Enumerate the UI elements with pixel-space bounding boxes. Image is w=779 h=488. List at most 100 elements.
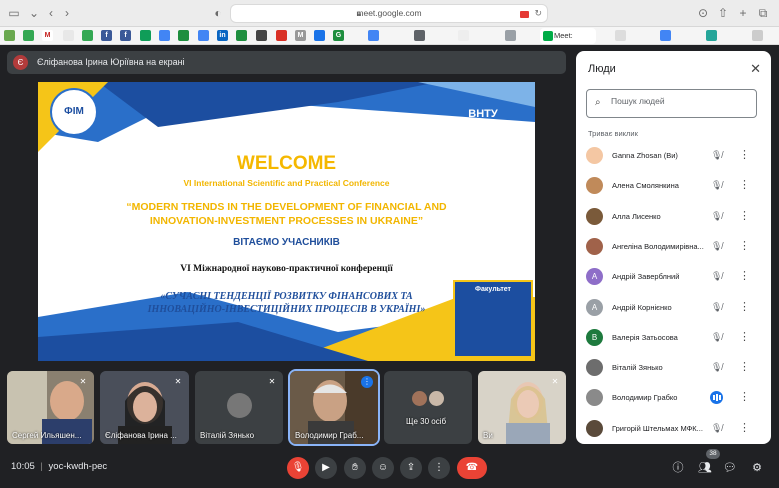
bookmark-icon[interactable] <box>706 30 717 41</box>
search-input[interactable] <box>611 96 751 106</box>
shield-icon[interactable]: ◐ <box>211 6 225 20</box>
mic-off-icon[interactable]: 🎙︎̸ <box>711 150 722 161</box>
participant-row[interactable]: В Валерія Затьосова 🎙︎̸ ⋮ <box>576 323 771 353</box>
url-text: meet.google.com <box>356 8 422 18</box>
linkedin-icon[interactable]: in <box>217 30 228 41</box>
more-options-icon[interactable]: ⋮ <box>739 178 750 191</box>
bookmark-icon[interactable] <box>82 30 93 41</box>
bookmark-icon[interactable] <box>23 30 34 41</box>
more-options-icon[interactable]: ⋮ <box>739 148 750 161</box>
tab-meet[interactable]: Meet: <box>540 28 596 44</box>
info-icon[interactable]: ⓘ <box>669 459 687 477</box>
camera-recording-icon[interactable] <box>520 11 529 18</box>
participant-tile[interactable]: ✕ Ви <box>478 371 566 444</box>
address-bar[interactable]: 🔒︎ meet.google.com ↻ <box>230 4 548 23</box>
participant-row[interactable]: Віталій Зянько 🎙︎̸ ⋮ <box>576 353 771 383</box>
mic-off-icon[interactable]: 🎙︎̸ <box>711 362 722 373</box>
more-options-icon[interactable]: ⋮ <box>739 239 750 252</box>
mic-off-icon[interactable]: 🎙︎̸ <box>711 211 722 222</box>
more-options-icon[interactable]: ⋮ <box>739 421 750 434</box>
bookmark-icon[interactable] <box>276 30 287 41</box>
people-icon[interactable]: 👥︎ <box>696 459 714 477</box>
back-icon[interactable]: ‹ <box>44 6 58 20</box>
chevron-down-icon[interactable]: ⌄ <box>27 6 41 20</box>
mic-off-icon[interactable]: 🎙︎̸ <box>711 180 722 191</box>
participant-row[interactable]: Ангеліна Володимирівна... 🎙︎̸ ⋮ <box>576 232 771 262</box>
participant-name: Андрій Корнієнко <box>612 302 672 312</box>
camera-toggle-button[interactable]: ▶ <box>315 457 337 479</box>
tab-overview-icon[interactable]: ⧉ <box>756 6 770 20</box>
bookmark-icon[interactable] <box>236 30 247 41</box>
bookmark-icon[interactable] <box>505 30 516 41</box>
participant-name: Віталій Зянько <box>200 431 255 440</box>
more-options-icon[interactable]: ⋮ <box>739 300 750 313</box>
participant-tile[interactable]: ✕ Сергей Ильяшен... <box>7 371 94 444</box>
mic-off-icon[interactable]: 🎙︎̸ <box>711 332 722 343</box>
participant-row[interactable]: Алла Лисенко 🎙︎̸ ⋮ <box>576 202 771 232</box>
more-participants-label: Ще 30 осіб <box>406 417 447 426</box>
raise-hand-button[interactable]: ✋︎ <box>344 457 366 479</box>
bookmark-icon[interactable] <box>159 30 170 41</box>
mic-off-icon[interactable]: 🎙︎̸ <box>711 423 722 434</box>
bookmark-icon[interactable] <box>4 30 15 41</box>
meeting-controls-bar: 10:05 | yoc-kwdh-pec 🎙︎ ▶ ✋︎ ☺ ⇪ ⋮ ☎︎ ⓘ … <box>0 450 779 488</box>
more-options-icon[interactable]: ⋮ <box>739 330 750 343</box>
more-options-icon[interactable]: ⋮ <box>739 209 750 222</box>
participant-row[interactable]: А Андрій Корнієнко 🎙︎̸ ⋮ <box>576 293 771 323</box>
more-options-icon[interactable]: ⋮ <box>739 269 750 282</box>
bookmark-icon[interactable] <box>458 30 469 41</box>
leave-call-button[interactable]: ☎︎ <box>457 457 487 479</box>
bookmark-icon[interactable]: f <box>120 30 131 41</box>
mic-off-icon[interactable]: 🎙︎̸ <box>711 271 722 282</box>
present-button[interactable]: ⇪ <box>400 457 422 479</box>
emoji-button[interactable]: ☺ <box>372 457 394 479</box>
mic-off-icon[interactable]: 🎙︎̸ <box>711 302 722 313</box>
forward-icon[interactable]: › <box>60 6 74 20</box>
search-icon: ⌕ <box>595 97 601 108</box>
avatar <box>586 389 603 407</box>
bookmark-icon[interactable] <box>752 30 763 41</box>
participant-row[interactable]: Ganna Zhosan (Ви) 🎙︎̸ ⋮ <box>576 141 771 171</box>
more-participants-tile[interactable]: Ще 30 осіб <box>384 371 472 444</box>
search-box[interactable]: ⌕ <box>586 89 757 118</box>
panel-title: Люди <box>588 63 616 75</box>
participant-tile[interactable]: ✕ Віталій Зянько <box>195 371 283 444</box>
share-icon[interactable]: ⇧ <box>716 6 730 20</box>
participant-row[interactable]: Алена Смолянкина 🎙︎̸ ⋮ <box>576 171 771 201</box>
participant-name: Єліфанова Ірина ... <box>105 431 177 440</box>
bookmark-icon[interactable] <box>414 30 425 41</box>
title-uk: «СУЧАСНІ ТЕНДЕНЦІЇ РОЗВИТКУ ФІНАНСОВИХ Т… <box>147 291 426 315</box>
activities-icon[interactable]: ⚙︎ <box>748 459 766 477</box>
more-options-icon[interactable]: ⋮ <box>739 360 750 373</box>
participant-row[interactable]: Григорій Штельмах МФК... 🎙︎̸ ⋮ <box>576 414 771 444</box>
participant-name: Алла Лисенко <box>612 211 661 221</box>
drive-icon[interactable] <box>178 30 189 41</box>
reload-icon[interactable]: ↻ <box>534 8 542 19</box>
bookmark-icon[interactable] <box>63 30 74 41</box>
bookmark-icon[interactable] <box>615 30 626 41</box>
more-options-button[interactable]: ⋮ <box>428 457 450 479</box>
participant-tile-speaking[interactable]: ⋮ Володимир Граб... <box>288 369 380 446</box>
mic-off-icon[interactable]: 🎙︎̸ <box>711 241 722 252</box>
participant-tile[interactable]: ✕ Єліфанова Ірина ... <box>100 371 189 444</box>
avatar <box>586 207 603 225</box>
bookmark-icon[interactable]: G <box>333 30 344 41</box>
facebook-icon[interactable]: f <box>101 30 112 41</box>
gmail-icon[interactable]: M <box>42 30 53 41</box>
bookmark-icon[interactable] <box>140 30 151 41</box>
bookmark-icon[interactable]: M <box>295 30 306 41</box>
bookmark-icon[interactable] <box>256 30 267 41</box>
more-options-icon[interactable]: ⋮ <box>739 390 750 403</box>
download-icon[interactable]: ⊙ <box>696 6 710 20</box>
participant-row[interactable]: А Андрій Заверблний 🎙︎̸ ⋮ <box>576 262 771 292</box>
close-icon[interactable]: ✕ <box>750 61 761 77</box>
sidebar-icon[interactable]: ▭ <box>7 6 21 20</box>
bookmark-icon[interactable] <box>198 30 209 41</box>
bookmark-icon[interactable] <box>314 30 325 41</box>
bookmark-icon[interactable] <box>660 30 671 41</box>
bookmark-icon[interactable] <box>368 30 379 41</box>
new-tab-icon[interactable]: + <box>736 6 750 20</box>
chat-icon[interactable]: 💬︎ <box>721 459 739 477</box>
mic-toggle-button[interactable]: 🎙︎ <box>287 457 309 479</box>
participant-row[interactable]: Володимир Грабко ⋮ <box>576 383 771 413</box>
